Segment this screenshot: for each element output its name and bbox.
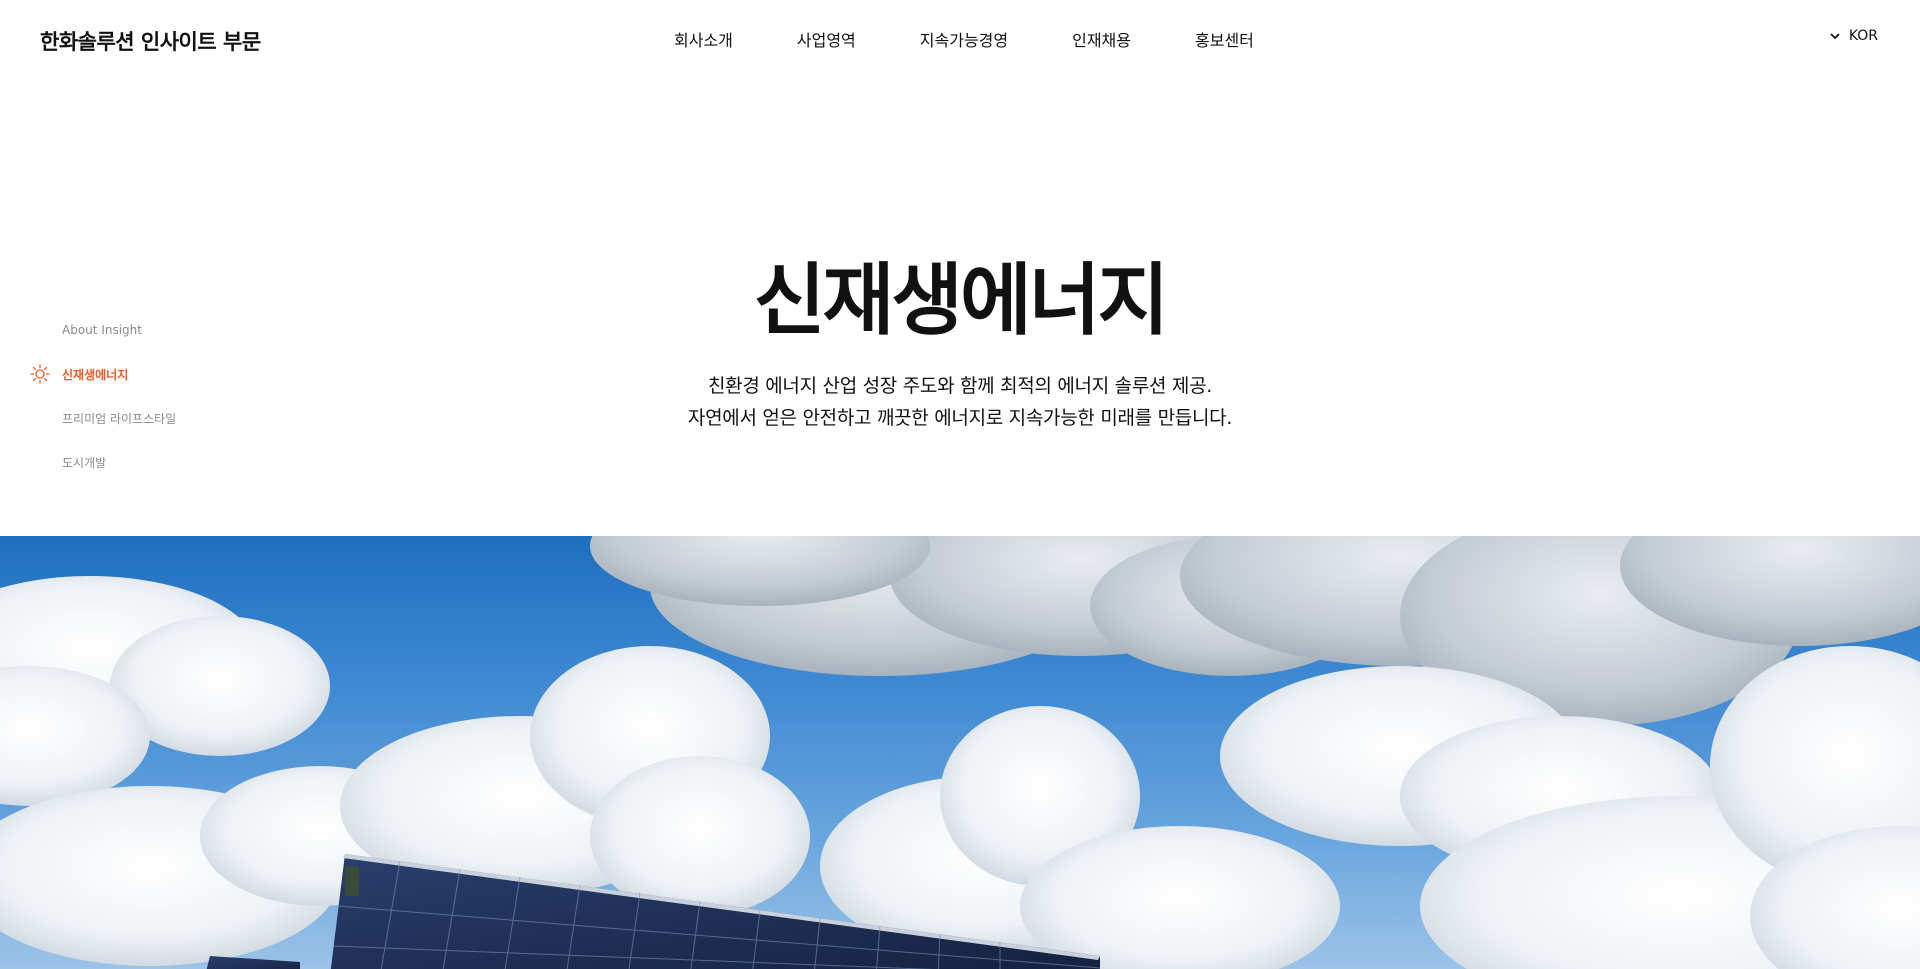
hero-image-illustration: [0, 536, 1920, 969]
side-item-label: 도시개발: [62, 455, 107, 470]
description-line-1: 친환경 에너지 산업 성장 주도와 함께 최적의 에너지 솔루션 제공.: [707, 375, 1213, 397]
page: 한화솔루션 인사이트 부문 회사소개 사업영역 지속가능경영 인재채용 홍보센터…: [0, 0, 1920, 969]
side-item-urban-development[interactable]: 도시개발: [30, 440, 176, 484]
page-title: 신재생에너지: [753, 256, 1170, 346]
description-line-2: 자연에서 얻은 안전하고 깨끗한 에너지로 지속가능한 미래를 만듭니다.: [687, 407, 1233, 429]
page-description: 친환경 에너지 산업 성장 주도와 함께 최적의 에너지 솔루션 제공. 자연에…: [0, 370, 1920, 434]
nav-item-company[interactable]: 회사소개: [642, 27, 765, 51]
site-logo[interactable]: 한화솔루션 인사이트 부문: [40, 26, 261, 56]
hero-image-solar-panels: [0, 536, 1920, 969]
nav-item-sustainability[interactable]: 지속가능경영: [888, 27, 1040, 51]
nav-item-pr-center[interactable]: 홍보센터: [1163, 27, 1286, 51]
language-selector[interactable]: KOR: [1829, 28, 1878, 44]
nav-item-careers[interactable]: 인재채용: [1040, 27, 1163, 51]
global-nav: 회사소개 사업영역 지속가능경영 인재채용 홍보센터: [642, 27, 1286, 51]
nav-item-business[interactable]: 사업영역: [765, 27, 888, 51]
language-label: KOR: [1848, 28, 1878, 44]
chevron-down-icon: [1830, 33, 1840, 40]
site-header: 한화솔루션 인사이트 부문 회사소개 사업영역 지속가능경영 인재채용 홍보센터…: [0, 0, 1920, 80]
